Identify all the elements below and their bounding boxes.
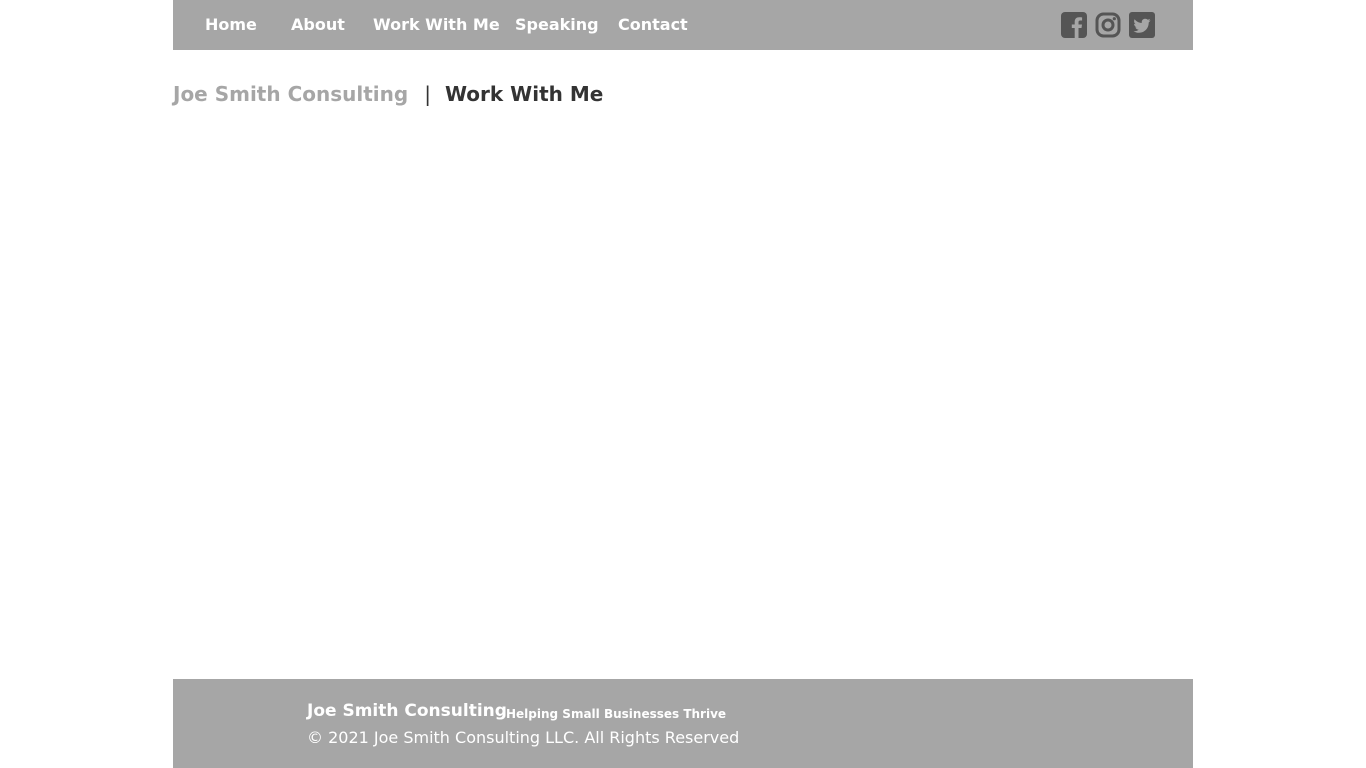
breadcrumb-separator: | (424, 82, 431, 106)
footer-tagline: Helping Small Businesses Thrive (506, 707, 727, 721)
page: Home About Work With Me Speaking Contact… (0, 0, 1366, 768)
top-navigation-bar: Home About Work With Me Speaking Contact (173, 0, 1193, 50)
nav-link-contact[interactable]: Contact (618, 15, 688, 35)
instagram-icon[interactable] (1095, 12, 1121, 38)
facebook-icon[interactable] (1061, 12, 1087, 38)
nav-link-about[interactable]: About (291, 15, 345, 35)
twitter-icon[interactable] (1129, 12, 1155, 38)
breadcrumb-site-link[interactable]: Joe Smith Consulting (173, 82, 408, 106)
breadcrumb: Joe Smith Consulting | Work With Me (173, 80, 603, 108)
nav-link-home[interactable]: Home (205, 15, 257, 35)
nav-link-work-with-me[interactable]: Work With Me (373, 15, 500, 35)
nav-link-speaking[interactable]: Speaking (515, 15, 599, 35)
footer-copyright: © 2021 Joe Smith Consulting LLC. All Rig… (307, 728, 740, 747)
site-footer: Joe Smith Consulting Helping Small Busin… (173, 679, 1193, 768)
footer-brand-name: Joe Smith Consulting (307, 701, 507, 721)
page-title: Work With Me (444, 82, 604, 106)
